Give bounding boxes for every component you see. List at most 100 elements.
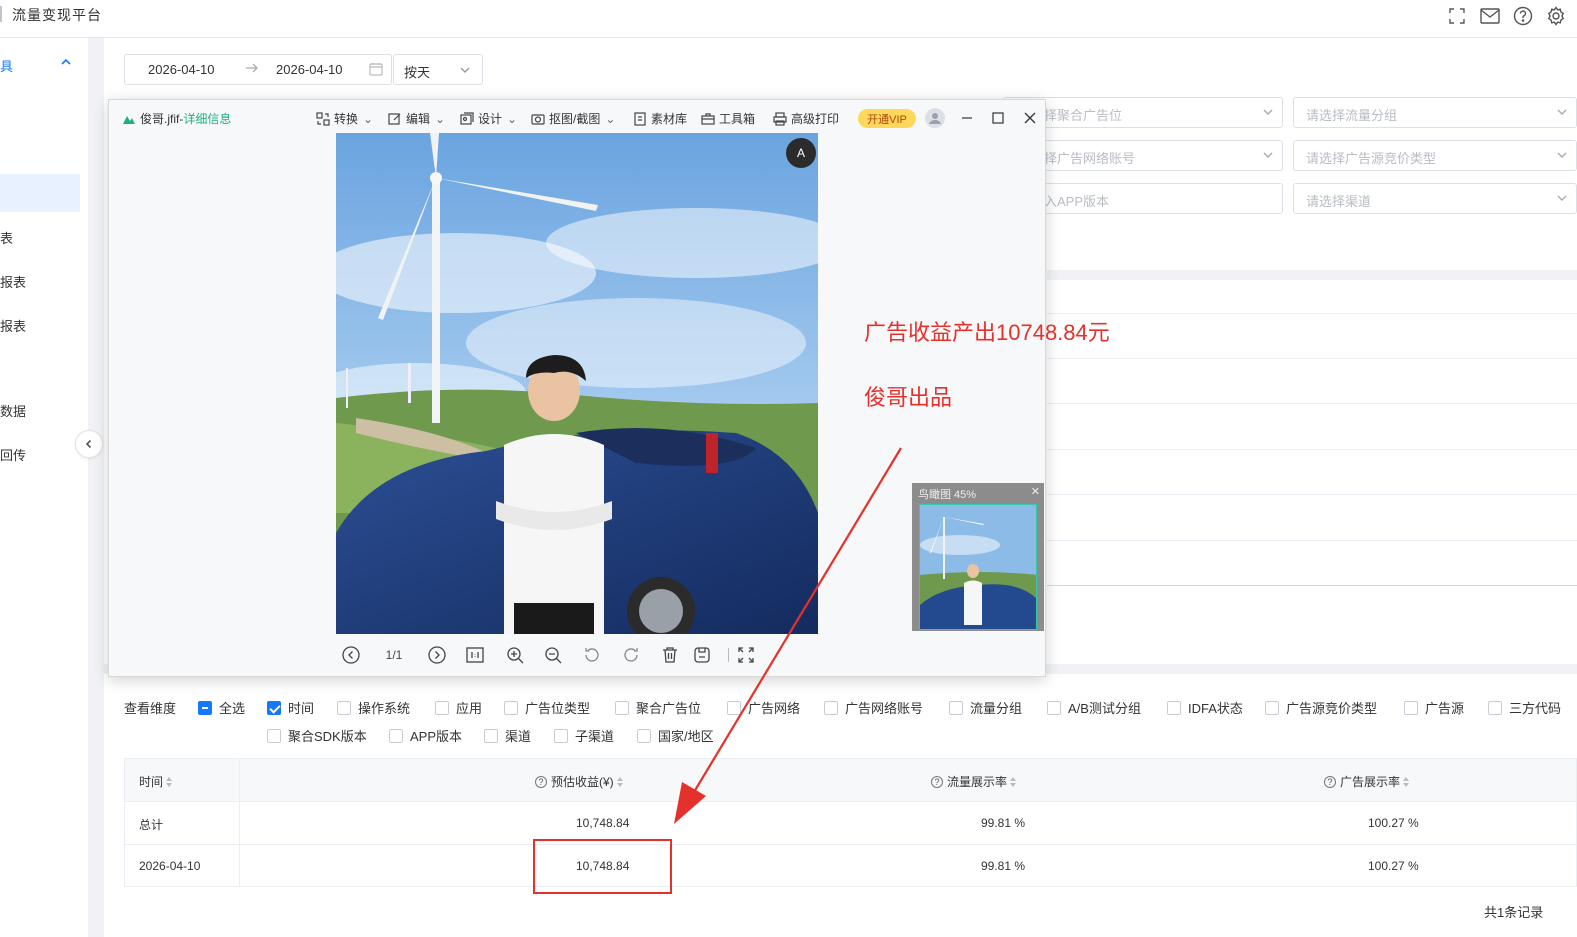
- toolbar-materials[interactable]: 素材库: [633, 110, 687, 127]
- checkbox-box[interactable]: [267, 700, 281, 715]
- dimension-checkbox[interactable]: 时间: [267, 698, 314, 717]
- zoom-out-icon[interactable]: [542, 644, 564, 666]
- logo-mark: [0, 6, 2, 22]
- sidebar-item-tools[interactable]: 具: [0, 56, 13, 75]
- settings-icon[interactable]: [1545, 5, 1567, 27]
- date-start[interactable]: 2026-04-10: [148, 62, 215, 77]
- dimension-checkbox-label: 子渠道: [575, 729, 615, 744]
- chevron-down-icon: [1557, 109, 1567, 115]
- question-icon[interactable]: ?: [535, 775, 547, 788]
- checkbox-box[interactable]: [1265, 700, 1279, 715]
- cell-time: 2026-04-10: [139, 859, 201, 873]
- checkbox-box[interactable]: [615, 700, 629, 715]
- checkbox-box[interactable]: [198, 700, 212, 715]
- period-select[interactable]: 按天: [393, 54, 483, 85]
- sidebar-item-report-2[interactable]: 报表: [0, 272, 26, 291]
- checkbox-box[interactable]: [554, 728, 568, 743]
- viewer-titlebar[interactable]: 俊哥.jfif - 详细信息 转换 ⌄ 编辑 ⌄ 设计 ⌄ 抠图/截图 ⌄ 素材库 工具…: [109, 100, 1045, 134]
- help-icon[interactable]: [1512, 5, 1534, 27]
- checkbox-box[interactable]: [337, 700, 351, 715]
- rotate-left-icon[interactable]: [581, 644, 603, 666]
- zoom-in-icon[interactable]: [504, 644, 526, 666]
- highlight-box: [533, 839, 672, 894]
- toolbar-toolbox[interactable]: 工具箱: [701, 110, 755, 127]
- toolbar-convert[interactable]: 转换 ⌄: [316, 110, 373, 127]
- checkbox-box[interactable]: [484, 728, 498, 743]
- sort-icon[interactable]: [1403, 776, 1410, 787]
- header-traffic-rate[interactable]: ? 流量展示率: [931, 773, 1017, 790]
- thumbnail-close-icon[interactable]: ✕: [1031, 485, 1040, 498]
- checkbox-box[interactable]: [389, 728, 403, 743]
- date-range-picker[interactable]: 2026-04-10 2026-04-10: [124, 54, 392, 85]
- header-revenue[interactable]: ? 预估收益(¥): [535, 773, 623, 790]
- fullscreen-icon[interactable]: [1446, 5, 1468, 27]
- sidebar-item-report-3[interactable]: 报表: [0, 316, 26, 335]
- toolbar-design[interactable]: 设计 ⌄: [460, 110, 517, 127]
- dimension-checkbox[interactable]: 广告源竞价类型: [1265, 698, 1377, 717]
- toolbar-materials-label: 素材库: [651, 112, 688, 126]
- actual-size-icon[interactable]: [464, 644, 486, 666]
- chevron-up-icon[interactable]: [60, 56, 72, 71]
- sort-icon[interactable]: [166, 776, 173, 787]
- toolbar-cutout[interactable]: 抠图/截图 ⌄: [531, 110, 615, 127]
- calendar-icon[interactable]: [369, 62, 383, 79]
- dimension-checkbox[interactable]: 流量分组: [949, 698, 1022, 717]
- date-end[interactable]: 2026-04-10: [276, 62, 343, 77]
- thumbnail-image[interactable]: [919, 504, 1037, 630]
- avatar[interactable]: [925, 108, 945, 128]
- checkbox-box[interactable]: [1404, 700, 1418, 715]
- sort-icon[interactable]: [616, 776, 623, 787]
- minimize-icon[interactable]: [958, 109, 976, 127]
- close-icon[interactable]: [1021, 109, 1039, 127]
- dimension-checkbox[interactable]: APP版本: [389, 726, 462, 745]
- dimension-checkbox[interactable]: 广告位类型: [504, 698, 590, 717]
- dimension-checkbox[interactable]: IDFA状态: [1167, 698, 1243, 717]
- dimension-checkbox-label: 聚合SDK版本: [288, 729, 367, 744]
- channel-select[interactable]: 请选择渠道: [1293, 183, 1577, 214]
- dimension-checkbox[interactable]: 聚合SDK版本: [267, 726, 367, 745]
- dimension-checkbox[interactable]: A/B测试分组: [1047, 698, 1141, 717]
- sidebar-item-callback[interactable]: 回传: [0, 445, 26, 464]
- checkbox-box[interactable]: [267, 728, 281, 743]
- checkbox-box[interactable]: [637, 728, 651, 743]
- ocr-button[interactable]: A: [786, 138, 816, 168]
- previous-icon[interactable]: [340, 644, 362, 666]
- cell-ad-rate: 100.27 %: [1368, 816, 1419, 830]
- birdseye-thumbnail[interactable]: 鸟瞰图 45% ✕: [912, 483, 1044, 631]
- dimension-checkbox[interactable]: 渠道: [484, 726, 531, 745]
- traffic-group-select[interactable]: 请选择流量分组: [1293, 97, 1577, 128]
- checkbox-box[interactable]: [1047, 700, 1061, 715]
- question-icon[interactable]: ?: [931, 775, 943, 788]
- bidding-type-select[interactable]: 请选择广告源竞价类型: [1293, 140, 1577, 171]
- collapse-sidebar-button[interactable]: [75, 430, 103, 458]
- sort-icon[interactable]: [1010, 776, 1017, 787]
- detail-info-link[interactable]: 详细信息: [183, 110, 231, 127]
- dimension-checkbox[interactable]: 全选: [198, 698, 245, 717]
- dimension-checkbox[interactable]: 子渠道: [554, 726, 614, 745]
- dimension-checkbox[interactable]: 操作系统: [337, 698, 410, 717]
- sidebar-item-active[interactable]: [0, 174, 80, 212]
- toolbar-design-label: 设计: [478, 112, 503, 126]
- checkbox-box[interactable]: [1488, 700, 1502, 715]
- rotate-right-icon[interactable]: [620, 644, 642, 666]
- dimension-checkbox[interactable]: 应用: [435, 698, 482, 717]
- sidebar-item-data[interactable]: 数据: [0, 401, 26, 420]
- toolbar-print[interactable]: 高级打印: [773, 110, 839, 127]
- next-icon[interactable]: [426, 644, 448, 666]
- dimension-checkbox[interactable]: 广告源: [1404, 698, 1464, 717]
- checkbox-box[interactable]: [504, 700, 518, 715]
- header-time[interactable]: 时间: [139, 773, 173, 790]
- toolbar-edit[interactable]: 编辑 ⌄: [388, 110, 445, 127]
- dimension-checkbox[interactable]: 三方代码: [1488, 698, 1561, 717]
- checkbox-box[interactable]: [1167, 700, 1181, 715]
- vip-button[interactable]: 开通VIP: [858, 109, 916, 128]
- sidebar-item-report[interactable]: 表: [0, 228, 13, 247]
- mail-icon[interactable]: [1479, 5, 1501, 27]
- question-icon[interactable]: ?: [1324, 775, 1336, 788]
- checkbox-box[interactable]: [949, 700, 963, 715]
- page-indicator: 1/1: [385, 648, 403, 662]
- checkbox-box[interactable]: [435, 700, 449, 715]
- header-ad-rate[interactable]: ? 广告展示率: [1324, 773, 1410, 790]
- maximize-icon[interactable]: [989, 109, 1007, 127]
- ad-network-account-placeholder: 择广告网络账号: [1044, 151, 1136, 166]
